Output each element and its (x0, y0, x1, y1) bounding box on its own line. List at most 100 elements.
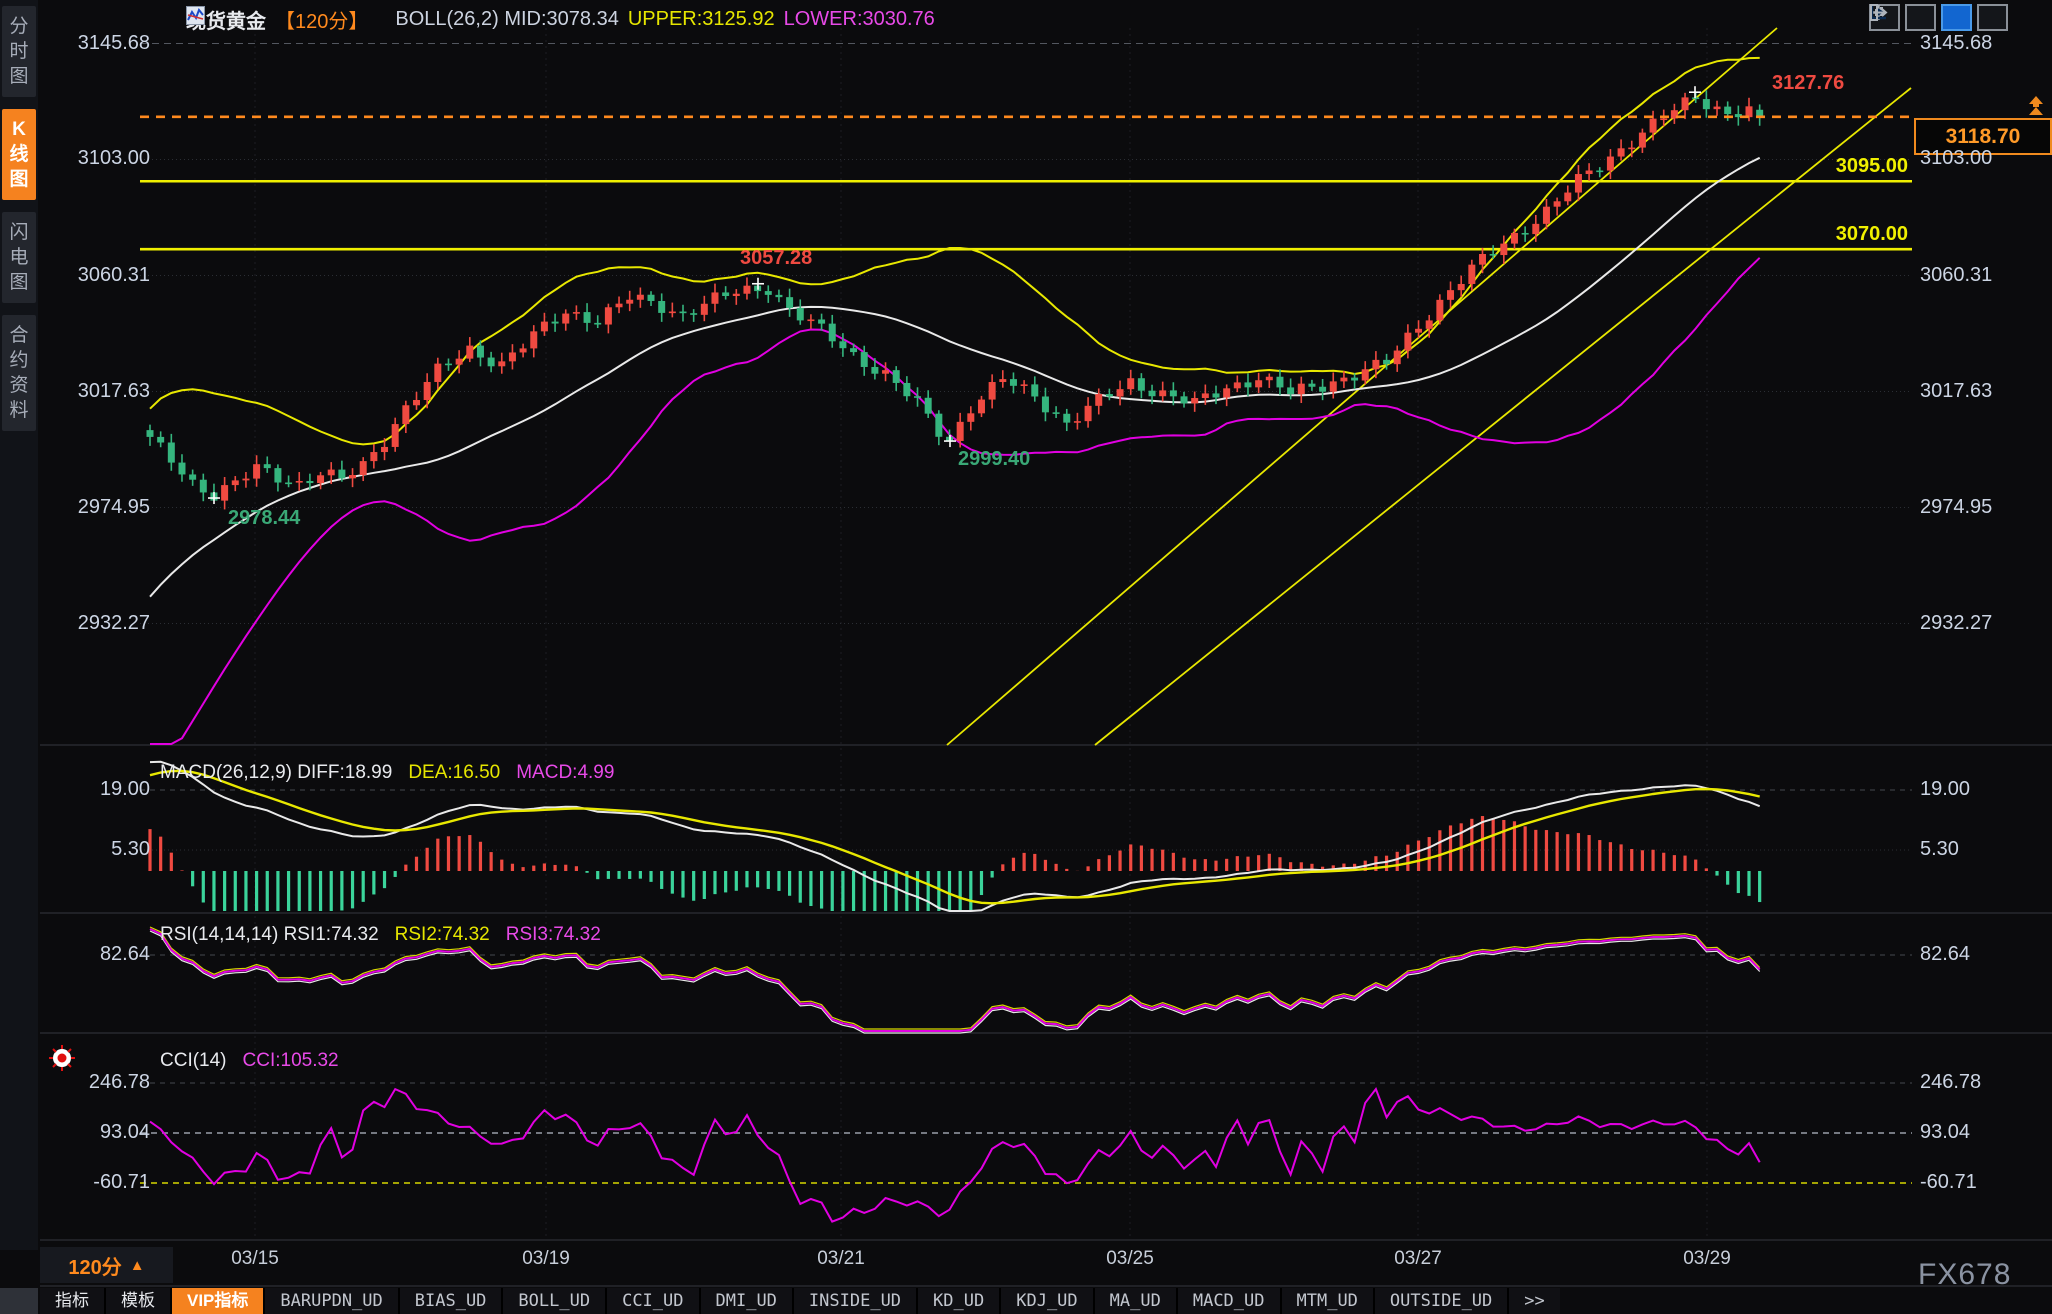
candle (1628, 148, 1635, 150)
chart-canvas[interactable] (0, 0, 2052, 1314)
indicator-tab->>[interactable]: >> (1509, 1288, 1559, 1314)
period-label[interactable]: 【120分】 (275, 5, 368, 34)
candle (829, 324, 836, 342)
x-axis-date-label: 03/29 (1683, 1248, 1731, 1270)
y-axis-label-left: 3103.00 (55, 147, 150, 170)
y-axis-label-right: 246.78 (1920, 1071, 1981, 1094)
candle (1554, 201, 1561, 206)
candle (402, 405, 409, 424)
indicator-tab-MA_UD[interactable]: MA_UD (1095, 1288, 1176, 1314)
candle (1362, 369, 1369, 380)
indicator-tab-BOLL_UD[interactable]: BOLL_UD (503, 1288, 605, 1314)
y-axis-label-right: 2932.27 (1920, 612, 1992, 635)
candle (903, 383, 910, 396)
candle (1618, 148, 1625, 156)
candle (1724, 107, 1731, 114)
candle (296, 481, 303, 483)
sidebar-tab-闪电图[interactable]: 闪电图 (2, 212, 36, 303)
sidebar-tab-合约资料[interactable]: 合约资料 (2, 315, 36, 431)
candle (690, 313, 697, 315)
candle (1426, 320, 1433, 328)
candle (1575, 174, 1582, 193)
candle (221, 485, 228, 501)
candle (498, 361, 505, 366)
candle (477, 346, 484, 358)
candle (264, 464, 271, 468)
candle (861, 352, 868, 367)
indicator-tab-指标[interactable]: 指标 (40, 1288, 104, 1314)
candle (189, 474, 196, 479)
indicator-tab-KD_UD[interactable]: KD_UD (918, 1288, 999, 1314)
indicator-tab-VIP指标[interactable]: VIP指标 (172, 1288, 263, 1314)
y-axis-label-left: 246.78 (55, 1071, 150, 1094)
indicator-tab-CCI_UD[interactable]: CCI_UD (607, 1288, 698, 1314)
candle (1276, 377, 1283, 388)
candle (914, 396, 921, 398)
candle (1319, 387, 1326, 392)
cci-name-label: CCI(14) (160, 1050, 227, 1072)
y-axis-label-left: -60.71 (55, 1171, 150, 1194)
candle (1223, 388, 1230, 397)
indicator-tab-模板[interactable]: 模板 (106, 1288, 170, 1314)
candle (157, 437, 164, 443)
chart-header: 现货黄金 【120分】 BOLL(26,2) MID:3078.34 UPPER… (186, 6, 935, 32)
candle (1682, 97, 1689, 110)
rsi1-label: RSI(14,14,14) RSI1:74.32 (160, 924, 379, 946)
candle (1021, 384, 1028, 386)
chart-toolbar (1869, 4, 2008, 31)
candle (434, 364, 441, 382)
candle (1564, 193, 1571, 202)
macd-value-label: MACD:4.99 (516, 762, 614, 784)
candle (1149, 391, 1156, 397)
candle (168, 443, 175, 463)
swing-price-label: 3127.76 (1772, 72, 1844, 95)
candle (797, 308, 804, 321)
candle (722, 292, 729, 296)
candle (1543, 207, 1550, 224)
candle (1511, 233, 1518, 244)
axes-play-icon[interactable] (1941, 4, 1972, 31)
candle (274, 468, 281, 482)
candle (1522, 233, 1529, 235)
indicator-tab-BIAS_UD[interactable]: BIAS_UD (400, 1288, 502, 1314)
indicator-tab-MACD_UD[interactable]: MACD_UD (1178, 1288, 1280, 1314)
candle (733, 294, 740, 296)
cci-value-label: CCI:105.32 (243, 1050, 339, 1072)
indicator-tab-DMI_UD[interactable]: DMI_UD (701, 1288, 792, 1314)
indicator-tab-OUTSIDE_UD[interactable]: OUTSIDE_UD (1375, 1288, 1507, 1314)
indicator-tab-INSIDE_UD[interactable]: INSIDE_UD (794, 1288, 916, 1314)
boll-upper-label: UPPER:3125.92 (628, 8, 775, 31)
indicator-tab-MTM_UD[interactable]: MTM_UD (1282, 1288, 1373, 1314)
corner-block (0, 1288, 38, 1314)
candle (520, 348, 527, 352)
candle (616, 304, 623, 308)
candle (1383, 360, 1390, 364)
candle (637, 295, 644, 300)
candle (1127, 378, 1134, 389)
timeframe-selector[interactable]: 120分 ▲ (40, 1247, 173, 1283)
y-axis-label-right: -60.71 (1920, 1171, 1977, 1194)
candle (701, 304, 708, 315)
candle (232, 480, 239, 485)
candle (381, 447, 388, 452)
y-axis-label-right: 3017.63 (1920, 380, 1992, 403)
indicator-tab-KDJ_UD[interactable]: KDJ_UD (1001, 1288, 1092, 1314)
x-axis-date-label: 03/21 (817, 1248, 865, 1270)
indicator-tab-BARUPDN_UD[interactable]: BARUPDN_UD (265, 1288, 397, 1314)
candle (1596, 171, 1603, 173)
candle (669, 312, 676, 314)
sidebar-tab-K线图[interactable]: K线图 (2, 109, 36, 200)
rsi-panel-header: RSI(14,14,14) RSI1:74.32 RSI2:74.32 RSI3… (160, 924, 601, 946)
x-axis-date-label: 03/15 (231, 1248, 279, 1270)
candle (989, 382, 996, 400)
candle (775, 295, 782, 297)
y-axis-label-right: 2974.95 (1920, 496, 1992, 519)
candle (1714, 107, 1721, 110)
collapse-panel-icon[interactable] (1977, 4, 2008, 31)
y-axis-label-right: 5.30 (1920, 838, 1959, 861)
candle (413, 400, 420, 405)
sidebar-tab-分时图[interactable]: 分时图 (2, 6, 36, 97)
candle (242, 479, 249, 481)
axes-chart-icon[interactable] (1905, 4, 1936, 31)
candle (1181, 396, 1188, 403)
